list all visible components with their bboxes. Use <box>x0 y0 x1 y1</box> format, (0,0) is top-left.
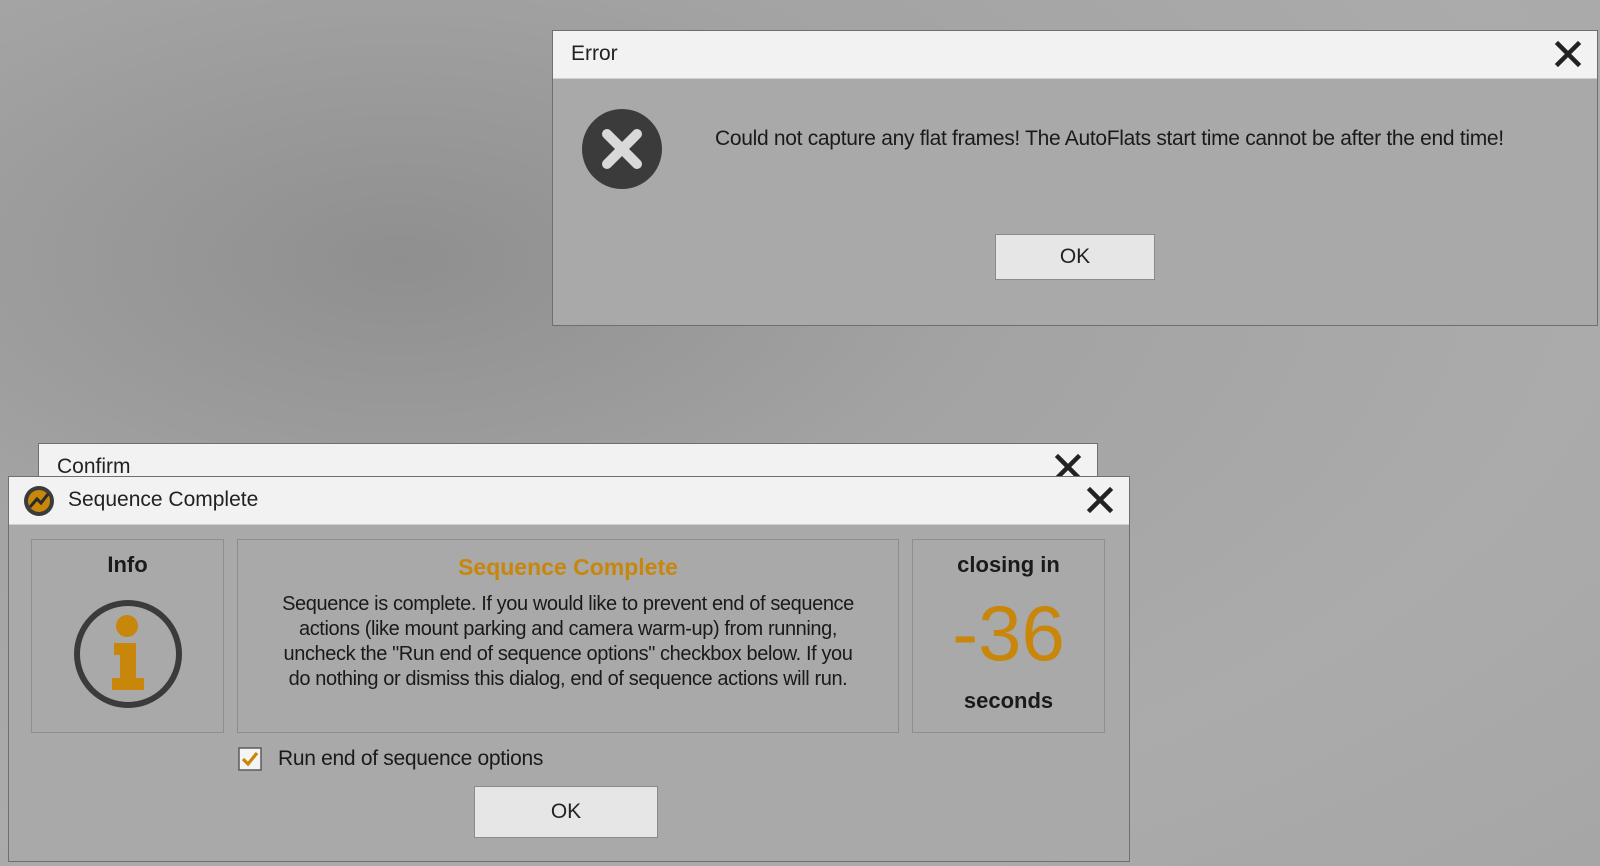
countdown-panel: closing in -36 seconds <box>912 539 1105 733</box>
sequence-complete-dialog: Sequence Complete Info Sequence Complete… <box>8 476 1130 862</box>
body-line: actions (like mount parking and camera w… <box>298 618 838 640</box>
checkbox-checked-icon[interactable] <box>238 747 262 771</box>
app-logo-icon <box>24 486 54 516</box>
error-titlebar[interactable]: Error <box>553 31 1597 79</box>
error-icon <box>582 109 662 189</box>
body-line: uncheck the "Run end of sequence options… <box>283 643 853 665</box>
checkbox-label[interactable]: Run end of sequence options <box>278 747 543 771</box>
countdown-value: -36 <box>952 589 1065 677</box>
sequence-ok-button[interactable]: OK <box>474 786 658 838</box>
error-ok-button[interactable]: OK <box>995 234 1155 280</box>
closing-label: closing in <box>957 552 1060 577</box>
error-dialog: Error Could not capture any flat frames!… <box>552 30 1598 326</box>
seconds-label: seconds <box>963 688 1054 713</box>
run-end-options-checkbox[interactable]: Run end of sequence options <box>238 745 543 773</box>
body-line: Sequence is complete. If you would like … <box>282 593 854 615</box>
error-message: Could not capture any flat frames! The A… <box>715 127 1504 150</box>
sequence-titlebar[interactable]: Sequence Complete <box>9 477 1129 525</box>
info-panel: Info <box>31 539 224 733</box>
close-icon[interactable] <box>1551 37 1585 71</box>
info-label: Info <box>107 552 148 577</box>
sequence-heading: Sequence Complete <box>458 554 678 580</box>
info-icon <box>74 600 182 708</box>
message-panel: Sequence Complete Sequence is complete. … <box>237 539 899 733</box>
sequence-title: Sequence Complete <box>68 488 259 511</box>
close-icon[interactable] <box>1083 483 1117 517</box>
sequence-body: Sequence is complete. If you would like … <box>238 592 898 692</box>
error-title: Error <box>571 42 618 65</box>
body-line: do nothing or dismiss this dialog, end o… <box>288 668 848 690</box>
